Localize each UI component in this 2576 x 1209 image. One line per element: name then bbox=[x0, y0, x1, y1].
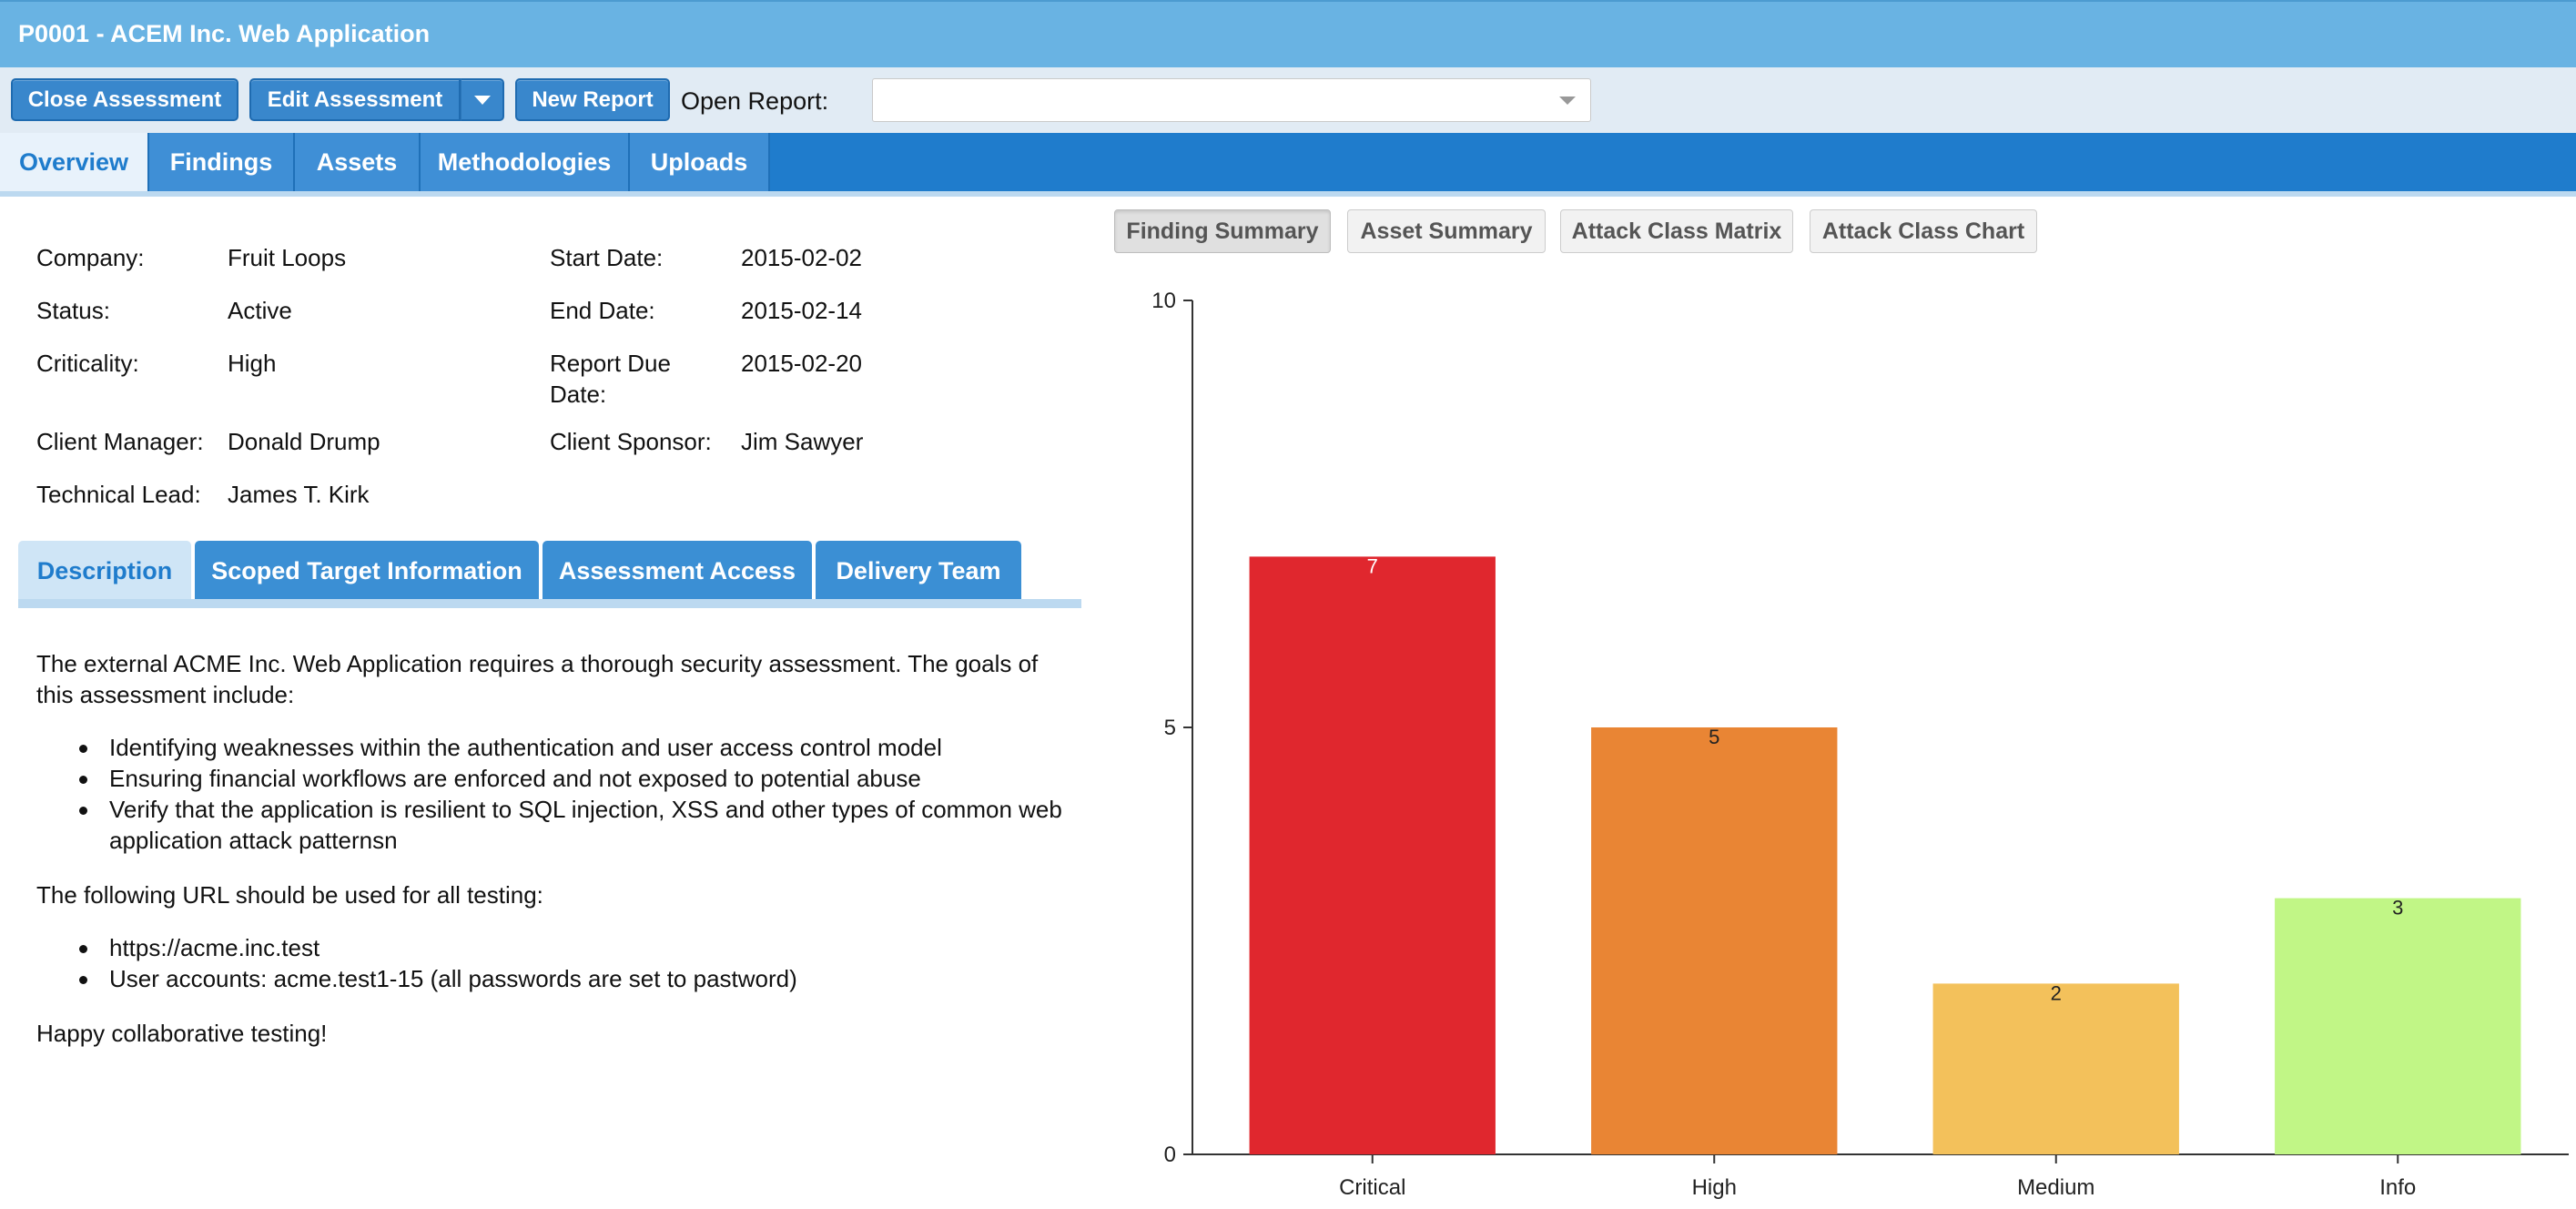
subtab-description-label: Description bbox=[36, 556, 173, 584]
bar-medium bbox=[1932, 983, 2179, 1154]
tab-findings-label: Findings bbox=[169, 147, 273, 176]
asset-summary-label: Asset Summary bbox=[1360, 218, 1533, 244]
criticality-label: Criticality: bbox=[36, 350, 139, 377]
chevron-down-icon bbox=[473, 95, 491, 105]
description-tabs: Description Scoped Target Information As… bbox=[18, 541, 1081, 608]
client-sponsor-value: Jim Sawyer bbox=[741, 428, 864, 455]
subtabs-divider bbox=[18, 599, 1081, 608]
close-assessment-button[interactable]: Close Assessment bbox=[11, 78, 238, 121]
y-tick-label: 5 bbox=[1164, 716, 1176, 740]
technical-lead-value: James T. Kirk bbox=[228, 481, 370, 508]
tab-uploads-label: Uploads bbox=[650, 147, 748, 176]
open-report-label: Open Report: bbox=[681, 87, 829, 115]
bar-value-label: 3 bbox=[2392, 897, 2403, 919]
tab-overview[interactable]: Overview bbox=[0, 133, 149, 191]
y-tick-label: 10 bbox=[1151, 289, 1176, 313]
technical-lead-label: Technical Lead: bbox=[36, 481, 201, 508]
finding-summary-button[interactable]: Finding Summary bbox=[1114, 209, 1331, 253]
x-tick-label: Medium bbox=[2017, 1175, 2094, 1200]
tab-assets-label: Assets bbox=[316, 147, 398, 176]
report-due-label-line2: Date: bbox=[550, 381, 607, 408]
client-manager-value: Donald Drump bbox=[228, 428, 380, 455]
title-bar: P0001 - ACEM Inc. Web Application bbox=[0, 0, 2576, 67]
list-item: Identifying weaknesses within the authen… bbox=[79, 732, 1074, 763]
bar-value-label: 2 bbox=[2051, 981, 2062, 1004]
finding-summary-label: Finding Summary bbox=[1126, 218, 1319, 244]
company-label: Company: bbox=[36, 244, 145, 271]
bar-value-label: 7 bbox=[1367, 554, 1378, 577]
criticality-value: High bbox=[228, 350, 277, 377]
description-panel: The external ACME Inc. Web Application r… bbox=[36, 648, 1074, 1072]
start-date-label: Start Date: bbox=[550, 244, 664, 271]
subtab-description[interactable]: Description bbox=[18, 541, 191, 601]
subtab-assessment-access-label: Assessment Access bbox=[558, 556, 796, 584]
main-tabs: Overview Findings Assets Methodologies U… bbox=[0, 133, 2576, 191]
url-list: https://acme.inc.test User accounts: acm… bbox=[36, 932, 1074, 994]
url-intro: The following URL should be used for all… bbox=[36, 881, 543, 909]
close-assessment-label: Close Assessment bbox=[27, 86, 222, 112]
list-item: Ensuring financial workflows are enforce… bbox=[79, 763, 1074, 794]
client-sponsor-label: Client Sponsor: bbox=[550, 428, 712, 455]
y-tick-label: 0 bbox=[1164, 1143, 1176, 1167]
list-item: https://acme.inc.test bbox=[79, 932, 1074, 963]
company-value: Fruit Loops bbox=[228, 244, 347, 271]
subtab-scoped-target-information[interactable]: Scoped Target Information bbox=[195, 541, 539, 601]
edit-assessment-dropdown-button[interactable] bbox=[461, 78, 504, 121]
edit-assessment-button[interactable]: Edit Assessment bbox=[249, 78, 461, 121]
bar-critical bbox=[1249, 556, 1496, 1154]
description-intro: The external ACME Inc. Web Application r… bbox=[36, 650, 1039, 708]
description-closing: Happy collaborative testing! bbox=[36, 1020, 328, 1047]
end-date-value: 2015-02-14 bbox=[741, 297, 862, 324]
end-date-label: End Date: bbox=[550, 297, 655, 324]
tab-assets[interactable]: Assets bbox=[295, 133, 421, 191]
tab-methodologies-label: Methodologies bbox=[437, 147, 612, 176]
x-tick-label: Info bbox=[2379, 1175, 2416, 1200]
tab-overview-label: Overview bbox=[18, 147, 129, 176]
report-due-value: 2015-02-20 bbox=[741, 350, 862, 377]
tabs-divider bbox=[0, 191, 2576, 197]
window-title: P0001 - ACEM Inc. Web Application bbox=[18, 20, 431, 47]
status-label: Status: bbox=[36, 297, 110, 324]
subtab-scoped-target-label: Scoped Target Information bbox=[211, 556, 522, 584]
tab-methodologies[interactable]: Methodologies bbox=[421, 133, 630, 191]
attack-class-chart-button[interactable]: Attack Class Chart bbox=[1810, 209, 2037, 253]
list-item: Verify that the application is resilient… bbox=[79, 794, 1074, 856]
x-tick-label: Critical bbox=[1339, 1175, 1405, 1200]
list-item: User accounts: acme.test1-15 (all passwo… bbox=[79, 963, 1074, 994]
finding-summary-chart: 0 5 10 7 Critical 5 High 2 Medium 3 Info bbox=[1151, 289, 2569, 1200]
bar-info bbox=[2275, 898, 2521, 1154]
subtab-delivery-team[interactable]: Delivery Team bbox=[816, 541, 1021, 601]
edit-assessment-label: Edit Assessment bbox=[267, 86, 443, 112]
subtab-delivery-team-label: Delivery Team bbox=[836, 556, 1001, 584]
start-date-value: 2015-02-02 bbox=[741, 244, 862, 271]
attack-class-matrix-button[interactable]: Attack Class Matrix bbox=[1560, 209, 1793, 253]
bar-high bbox=[1591, 727, 1838, 1154]
attack-class-matrix-label: Attack Class Matrix bbox=[1571, 218, 1782, 244]
chevron-down-icon bbox=[1559, 97, 1576, 105]
new-report-label: New Report bbox=[532, 86, 654, 112]
tab-findings[interactable]: Findings bbox=[149, 133, 295, 191]
status-value: Active bbox=[228, 297, 292, 324]
new-report-button[interactable]: New Report bbox=[515, 78, 670, 121]
subtab-assessment-access[interactable]: Assessment Access bbox=[543, 541, 812, 601]
asset-summary-button[interactable]: Asset Summary bbox=[1347, 209, 1546, 253]
goals-list: Identifying weaknesses within the authen… bbox=[36, 732, 1074, 856]
bar-value-label: 5 bbox=[1709, 726, 1719, 748]
x-tick-label: High bbox=[1692, 1175, 1737, 1200]
attack-class-chart-label: Attack Class Chart bbox=[1821, 218, 2025, 244]
open-report-select[interactable] bbox=[872, 78, 1591, 122]
tab-uploads[interactable]: Uploads bbox=[630, 133, 770, 191]
report-due-label-line1: Report Due bbox=[550, 350, 671, 377]
client-manager-label: Client Manager: bbox=[36, 428, 204, 455]
